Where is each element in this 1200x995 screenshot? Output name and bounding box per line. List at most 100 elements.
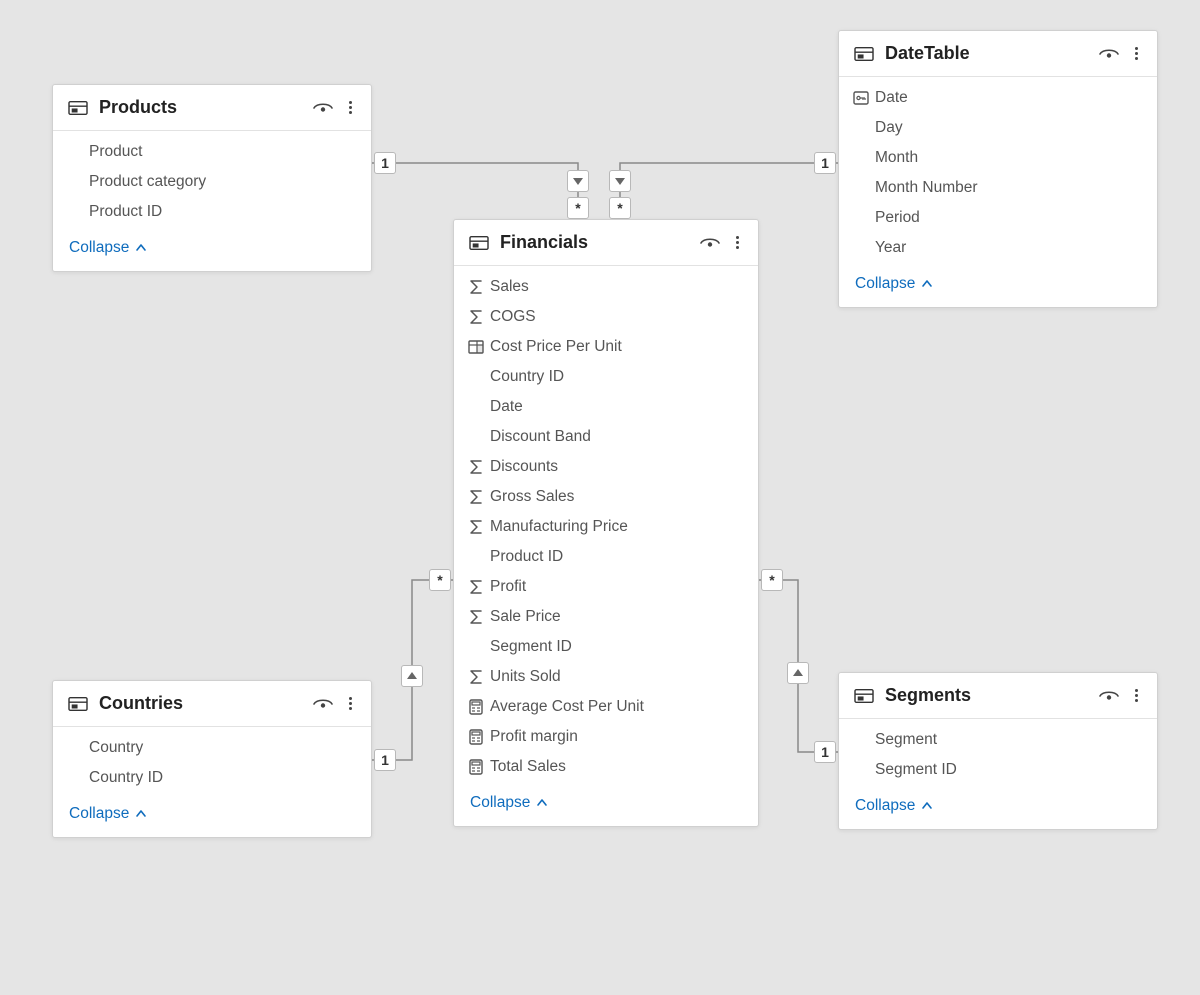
visibility-icon[interactable] [313,697,333,711]
visibility-icon[interactable] [1099,47,1119,61]
collapse-button[interactable]: Collapse [53,795,371,837]
field-row[interactable]: COGS [454,302,758,332]
table-title: DateTable [885,43,1099,64]
field-row[interactable]: Sales [454,272,758,302]
field-type-icon [853,762,875,778]
table-header[interactable]: DateTable [839,31,1157,77]
field-list[interactable]: Date Day Month Month Number Period Year [839,77,1157,265]
field-type-icon [468,339,490,355]
field-list[interactable]: Country Country ID [53,727,371,795]
filter-direction-arrow [787,662,809,684]
table-icon [468,234,490,252]
more-options-button[interactable] [1129,45,1143,62]
field-type-icon [67,770,89,786]
sigma-icon [468,279,484,295]
field-label: Segment [875,731,1143,749]
cardinality-many: * [567,197,589,219]
field-label: Profit margin [490,728,744,746]
collapse-label: Collapse [470,794,530,812]
field-type-icon [468,489,490,505]
collapse-button[interactable]: Collapse [839,265,1157,307]
field-row[interactable]: Month [839,143,1157,173]
field-row[interactable]: Country ID [454,362,758,392]
field-row[interactable]: Discount Band [454,422,758,452]
sigma-icon [468,579,484,595]
table-card-segments[interactable]: Segments Segment Segment ID Collapse [838,672,1158,830]
model-canvas[interactable]: 1 * 1 * 1 * 1 * Products Product Product… [0,0,1200,995]
field-row[interactable]: Gross Sales [454,482,758,512]
sigma-icon [468,609,484,625]
field-type-icon [468,549,490,565]
field-label: Discounts [490,458,744,476]
field-row[interactable]: Product ID [454,542,758,572]
field-row[interactable]: Total Sales [454,752,758,782]
chevron-up-icon [536,797,548,809]
field-type-icon [67,740,89,756]
field-row[interactable]: Country ID [53,763,371,793]
table-card-countries[interactable]: Countries Country Country ID Collapse [52,680,372,838]
visibility-icon[interactable] [313,101,333,115]
more-options-button[interactable] [343,99,357,116]
field-label: Gross Sales [490,488,744,506]
field-row[interactable]: Date [454,392,758,422]
visibility-icon[interactable] [1099,689,1119,703]
cardinality-one: 1 [814,741,836,763]
field-row[interactable]: Manufacturing Price [454,512,758,542]
more-options-button[interactable] [343,695,357,712]
field-row[interactable]: Country [53,733,371,763]
chevron-up-icon [135,808,147,820]
field-row[interactable]: Date [839,83,1157,113]
field-label: Year [875,239,1143,257]
field-row[interactable]: Product ID [53,197,371,227]
field-row[interactable]: Segment ID [839,755,1157,785]
field-type-icon [67,204,89,220]
collapse-button[interactable]: Collapse [839,787,1157,829]
field-row[interactable]: Period [839,203,1157,233]
more-options-button[interactable] [1129,687,1143,704]
collapse-label: Collapse [855,797,915,815]
field-type-icon [468,579,490,595]
field-row[interactable]: Segment ID [454,632,758,662]
field-row[interactable]: Day [839,113,1157,143]
table-header[interactable]: Products [53,85,371,131]
field-row[interactable]: Product category [53,167,371,197]
field-row[interactable]: Sale Price [454,602,758,632]
table-header[interactable]: Segments [839,673,1157,719]
sigma-icon [468,489,484,505]
field-list[interactable]: Segment Segment ID [839,719,1157,787]
calc-col-icon [468,339,484,355]
collapse-button[interactable]: Collapse [454,784,758,826]
field-row[interactable]: Profit margin [454,722,758,752]
field-list[interactable]: Product Product category Product ID [53,131,371,229]
field-list[interactable]: Sales COGS Cost Price Per Unit Country I… [454,266,758,784]
filter-direction-arrow [401,665,423,687]
field-row[interactable]: Profit [454,572,758,602]
table-card-products[interactable]: Products Product Product category Produc… [52,84,372,272]
field-row[interactable]: Units Sold [454,662,758,692]
table-card-datetable[interactable]: DateTable Date Day Month Month Number Pe… [838,30,1158,308]
table-title: Products [99,97,313,118]
field-label: Product ID [89,203,357,221]
field-row[interactable]: Discounts [454,452,758,482]
field-row[interactable]: Year [839,233,1157,263]
field-row[interactable]: Month Number [839,173,1157,203]
field-row[interactable]: Product [53,137,371,167]
collapse-button[interactable]: Collapse [53,229,371,271]
field-type-icon [468,369,490,385]
field-label: Segment ID [490,638,744,656]
table-header[interactable]: Financials [454,220,758,266]
field-label: Total Sales [490,758,744,776]
more-options-button[interactable] [730,234,744,251]
field-row[interactable]: Cost Price Per Unit [454,332,758,362]
sigma-icon [468,309,484,325]
field-label: Profit [490,578,744,596]
table-card-financials[interactable]: Financials Sales COGS Cost Price Per Uni… [453,219,759,827]
sigma-icon [468,519,484,535]
table-title: Segments [885,685,1099,706]
field-row[interactable]: Average Cost Per Unit [454,692,758,722]
table-header[interactable]: Countries [53,681,371,727]
visibility-icon[interactable] [700,236,720,250]
field-label: Sales [490,278,744,296]
field-label: Product category [89,173,357,191]
field-row[interactable]: Segment [839,725,1157,755]
